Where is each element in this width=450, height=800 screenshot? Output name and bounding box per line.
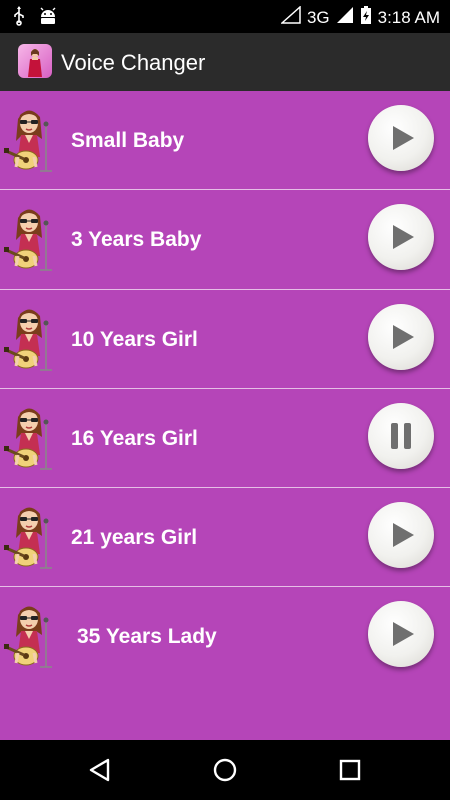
network-type: 3G [306, 7, 330, 27]
voice-label: 21 years Girl [71, 526, 198, 550]
list-item[interactable]: 35 Years Lady [0, 587, 450, 686]
singer-avatar-icon [4, 502, 56, 572]
pause-button[interactable] [368, 402, 434, 469]
android-icon [38, 6, 58, 31]
play-button[interactable] [368, 105, 434, 171]
action-bar: Voice Changer [0, 33, 450, 91]
battery-charging-icon [360, 5, 372, 30]
voice-list: Small Baby 3 Years Baby 10 Years Girl 16… [0, 91, 450, 687]
singer-avatar-icon [4, 204, 56, 274]
list-item[interactable]: 21 years Girl [0, 488, 450, 588]
navigation-bar [0, 740, 450, 800]
app-title: Voice Changer [61, 50, 206, 75]
voice-label: 35 Years Lady [77, 625, 217, 649]
wifi-icon [279, 5, 301, 29]
app-icon[interactable] [18, 44, 52, 78]
play-button[interactable] [368, 303, 434, 370]
play-button[interactable] [368, 601, 434, 668]
singer-avatar-icon [4, 403, 56, 473]
list-item[interactable]: 3 Years Baby [0, 190, 450, 290]
singer-avatar-icon [4, 105, 56, 175]
voice-label: 10 Years Girl [71, 327, 198, 351]
singer-avatar-icon [4, 601, 56, 671]
list-item[interactable]: 10 Years Girl [0, 290, 450, 389]
usb-icon [12, 6, 26, 31]
clock: 3:18 AM [377, 7, 440, 27]
singer-avatar-icon [4, 304, 56, 374]
recents-icon[interactable] [336, 756, 364, 784]
voice-label: 16 Years Girl [71, 426, 198, 450]
signal-icon [336, 6, 354, 29]
play-button[interactable] [368, 204, 434, 271]
back-icon[interactable] [86, 756, 114, 784]
voice-label: 3 Years Baby [71, 228, 202, 252]
home-icon[interactable] [211, 756, 239, 784]
list-item[interactable]: 16 Years Girl [0, 389, 450, 489]
status-bar: 3G 3:18 AM [0, 0, 450, 33]
play-button[interactable] [368, 502, 434, 569]
voice-label: Small Baby [71, 129, 185, 152]
list-item[interactable]: Small Baby [0, 91, 450, 191]
app-screen: 3G 3:18 AM Voice Changer Small Baby 3 Ye… [0, 0, 450, 800]
